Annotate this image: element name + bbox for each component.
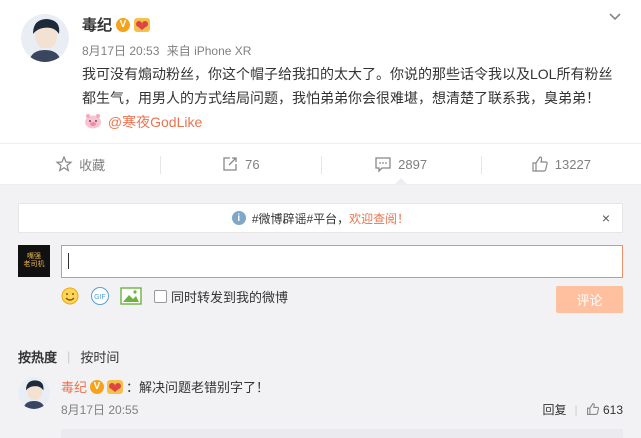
comment-author-avatar[interactable] bbox=[18, 377, 50, 409]
checkbox-box[interactable] bbox=[154, 289, 167, 303]
post-time[interactable]: 8月17日 20:53 bbox=[82, 44, 159, 58]
comment-count: 2897 bbox=[398, 156, 428, 172]
post-source: 来自 iPhone XR bbox=[166, 44, 252, 58]
like-count: 13227 bbox=[554, 156, 591, 172]
current-user-avatar[interactable]: 嘴强 老司机 bbox=[18, 245, 50, 277]
comment-icon bbox=[375, 157, 391, 173]
active-tab-indicator bbox=[393, 178, 408, 185]
comment-panel: i #微博辟谣#平台， 欢迎查阅！ × 嘴强 老司机 GIF 同时转发到我的微博… bbox=[0, 185, 641, 438]
sort-by-time[interactable]: 按时间 bbox=[80, 347, 119, 366]
sort-by-hot[interactable]: 按热度 bbox=[18, 347, 57, 366]
text-caret bbox=[68, 253, 69, 269]
author-avatar[interactable] bbox=[21, 14, 69, 62]
post-author-name[interactable]: 毒纪 bbox=[82, 14, 112, 35]
thumbs-up-icon bbox=[586, 403, 599, 415]
thumbs-up-icon bbox=[532, 156, 548, 172]
chevron-down-icon[interactable] bbox=[607, 8, 623, 24]
emoji-icon[interactable] bbox=[60, 286, 80, 306]
svg-text:GIF: GIF bbox=[94, 294, 106, 301]
post-action-bar: 收藏 76 2897 13227 bbox=[0, 143, 641, 185]
weibo-post: 毒纪 V 8月17日 20:53 来自 iPhone XR 我可没有煽动粉丝，你… bbox=[0, 0, 641, 140]
image-icon[interactable] bbox=[120, 287, 142, 305]
comment-item: 毒纪 V ：解决问题老错别字了！ bbox=[61, 377, 269, 396]
mention-link[interactable]: @寒夜GodLike bbox=[108, 114, 202, 130]
comment-actions: 回复 | 613 bbox=[542, 401, 623, 418]
comment-verified-badge-icon: V bbox=[90, 379, 105, 394]
vip-badge-icon bbox=[134, 17, 151, 32]
sub-comment-area bbox=[61, 429, 623, 438]
repost-count: 76 bbox=[245, 156, 260, 172]
comment-sort: 按热度 | 按时间 bbox=[18, 347, 119, 366]
sort-divider: | bbox=[67, 349, 71, 364]
comment-vip-badge-icon bbox=[107, 379, 124, 394]
favorite-label: 收藏 bbox=[79, 157, 106, 173]
notice-link[interactable]: 欢迎查阅！ bbox=[349, 210, 409, 227]
gif-icon[interactable]: GIF bbox=[90, 286, 110, 306]
comment-input[interactable] bbox=[61, 245, 623, 278]
comment-like-button[interactable]: 613 bbox=[586, 402, 623, 417]
post-content: 我可没有煽动粉丝，你这个帽子给我扣的太大了。你说的那些话令我以及LOL所有粉丝都… bbox=[82, 62, 622, 134]
sync-repost-checkbox[interactable]: 同时转发到我的微博 bbox=[154, 287, 288, 306]
favorite-button[interactable]: 收藏 bbox=[0, 144, 160, 184]
comment-actions-divider: | bbox=[574, 402, 578, 417]
close-icon[interactable]: × bbox=[602, 210, 610, 226]
sync-repost-label: 同时转发到我的微博 bbox=[171, 289, 289, 305]
pig-emoji-icon bbox=[84, 112, 102, 129]
comment-time: 8月17日 20:55 bbox=[61, 403, 139, 417]
reply-button[interactable]: 回复 bbox=[542, 401, 566, 418]
rumor-notice-banner: i #微博辟谣#平台， 欢迎查阅！ × bbox=[18, 203, 623, 233]
notice-text: #微博辟谣#平台， bbox=[251, 211, 350, 226]
submit-comment-button[interactable]: 评论 bbox=[556, 286, 623, 313]
comment-button[interactable]: 2897 bbox=[320, 144, 481, 185]
avatar-text-top: 嘴强 bbox=[27, 253, 41, 260]
repost-button[interactable]: 76 bbox=[160, 144, 320, 184]
repost-icon bbox=[223, 157, 237, 171]
avatar-text-bottom: 老司机 bbox=[23, 261, 45, 268]
post-author[interactable]: 毒纪 V bbox=[82, 14, 151, 35]
comment-like-count: 613 bbox=[602, 403, 623, 417]
star-icon bbox=[55, 155, 73, 172]
composer-toolbar: GIF 同时转发到我的微博 bbox=[60, 286, 288, 306]
post-content-text: 我可没有煽动粉丝，你这个帽子给我扣的太大了。你说的那些话令我以及LOL所有粉丝都… bbox=[82, 66, 613, 106]
like-button[interactable]: 13227 bbox=[480, 144, 641, 184]
comment-text: ：解决问题老错别字了！ bbox=[126, 380, 270, 395]
info-icon: i bbox=[231, 211, 246, 225]
post-meta: 8月17日 20:53 来自 iPhone XR bbox=[82, 42, 251, 59]
comment-author-name[interactable]: 毒纪 bbox=[61, 377, 87, 396]
verified-badge-icon: V bbox=[116, 17, 131, 32]
